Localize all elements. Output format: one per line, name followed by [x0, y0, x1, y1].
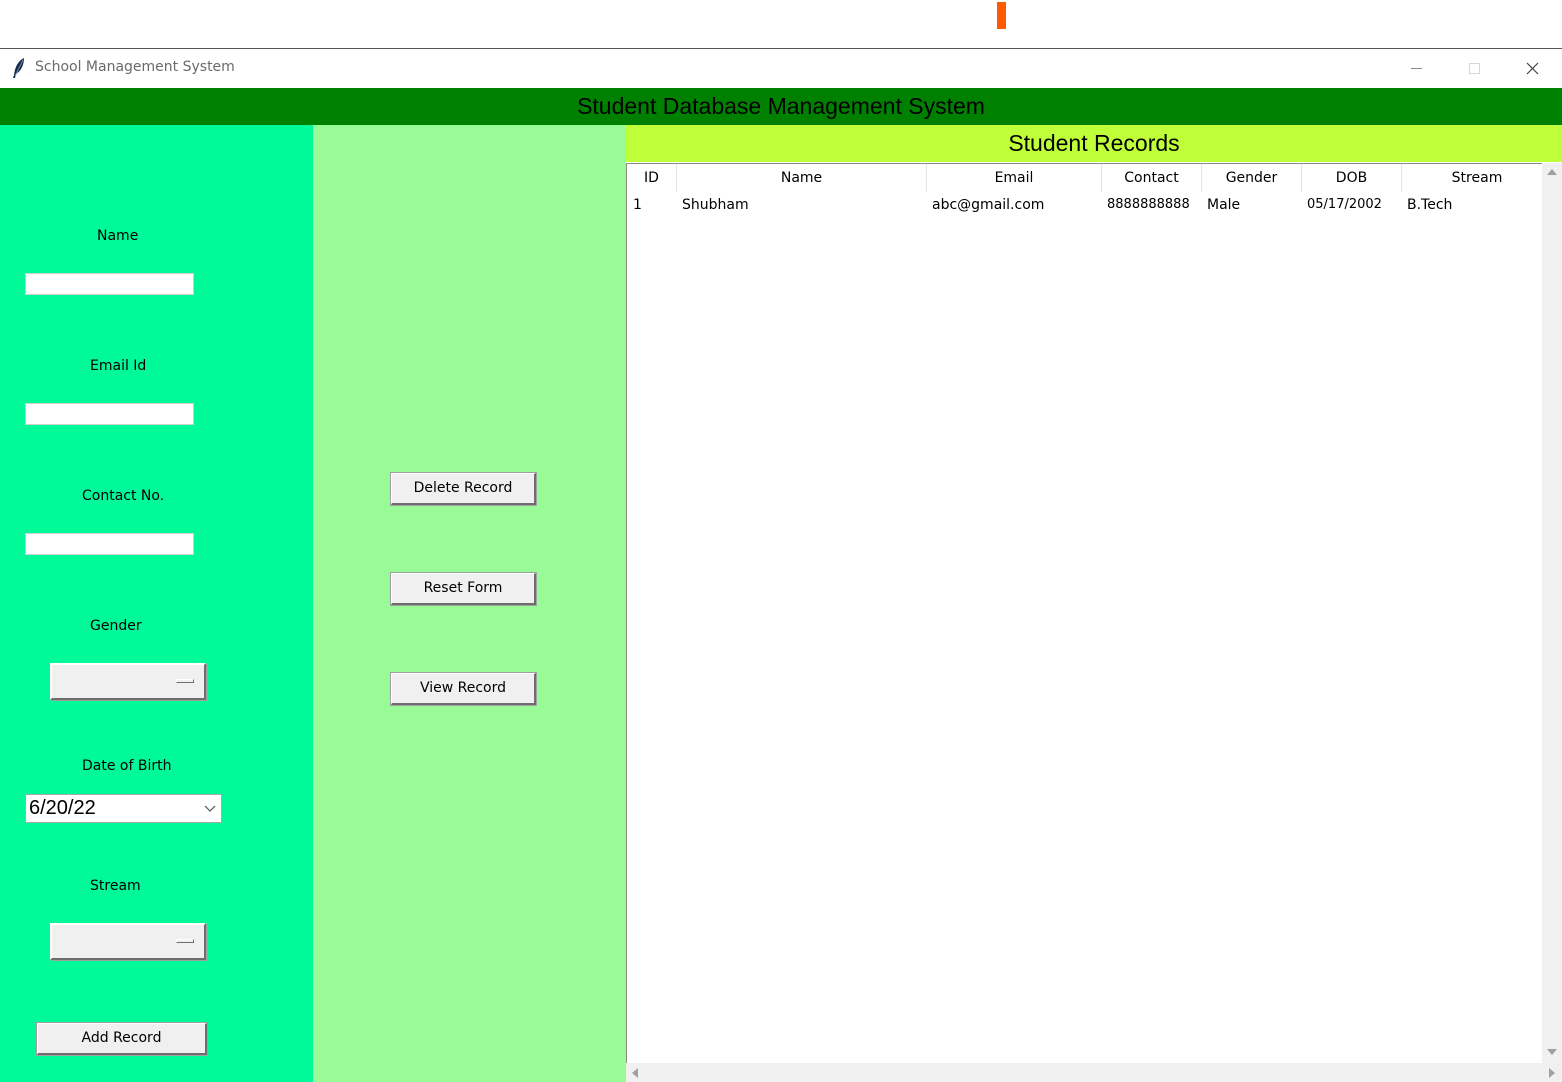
- entry-form-panel: Name Email Id Contact No. Gender Date of…: [0, 125, 313, 1082]
- horizontal-scrollbar[interactable]: [626, 1063, 1562, 1082]
- dropdown-indicator-icon: [176, 679, 194, 683]
- name-input[interactable]: [25, 273, 194, 295]
- dob-label: Date of Birth: [82, 758, 172, 774]
- add-record-button[interactable]: Add Record: [36, 1022, 208, 1056]
- cell-id: 1: [633, 197, 642, 213]
- records-table[interactable]: ID Name Email Contact Gender DOB Stream …: [626, 163, 1543, 1064]
- dob-date-picker[interactable]: 6/20/22: [25, 794, 222, 823]
- contact-input[interactable]: [25, 533, 194, 555]
- close-button[interactable]: [1503, 49, 1561, 87]
- scroll-up-arrow-icon[interactable]: [1547, 169, 1557, 175]
- taskbar-indicator: [997, 2, 1006, 29]
- title-bar: School Management System: [0, 49, 1562, 87]
- gender-label: Gender: [90, 618, 142, 634]
- chevron-down-icon[interactable]: [204, 803, 216, 813]
- scroll-left-arrow-icon[interactable]: [632, 1068, 638, 1078]
- stream-dropdown[interactable]: [50, 923, 206, 960]
- vertical-scrollbar[interactable]: [1542, 163, 1562, 1063]
- records-panel: Student Records ID Name Email Contact Ge…: [626, 125, 1562, 1082]
- column-header-name[interactable]: Name: [677, 164, 927, 192]
- actions-panel: Delete Record Reset Form View Record: [313, 125, 626, 1082]
- column-header-contact[interactable]: Contact: [1102, 164, 1202, 192]
- records-title: Student Records: [626, 125, 1562, 162]
- cell-contact: 8888888888: [1107, 197, 1190, 212]
- column-header-dob[interactable]: DOB: [1302, 164, 1402, 192]
- column-header-id[interactable]: ID: [627, 164, 677, 192]
- column-header-stream[interactable]: Stream: [1402, 164, 1552, 192]
- cell-dob: 05/17/2002: [1307, 197, 1382, 212]
- name-label: Name: [97, 228, 139, 244]
- feather-icon: [13, 58, 24, 78]
- dropdown-indicator-icon: [176, 939, 194, 943]
- app-header: Student Database Management System: [0, 88, 1562, 125]
- column-header-gender[interactable]: Gender: [1202, 164, 1302, 192]
- reset-form-button[interactable]: Reset Form: [390, 572, 537, 606]
- maximize-icon: [1469, 63, 1480, 74]
- maximize-button[interactable]: [1445, 49, 1503, 87]
- close-icon: [1526, 62, 1539, 75]
- view-record-button[interactable]: View Record: [390, 672, 537, 706]
- minimize-icon: [1411, 68, 1422, 69]
- scroll-right-arrow-icon[interactable]: [1549, 1068, 1555, 1078]
- stream-label: Stream: [90, 878, 141, 894]
- dob-value: 6/20/22: [29, 797, 96, 819]
- column-header-email[interactable]: Email: [927, 164, 1102, 192]
- contact-label: Contact No.: [82, 488, 165, 504]
- cell-name: Shubham: [682, 197, 749, 213]
- cell-stream: B.Tech: [1407, 197, 1453, 213]
- minimize-button[interactable]: [1387, 49, 1445, 87]
- cell-email: abc@gmail.com: [932, 197, 1045, 213]
- cell-gender: Male: [1207, 197, 1241, 213]
- table-row[interactable]: 1 Shubham abc@gmail.com 8888888888 Male …: [627, 192, 1543, 218]
- app-window: School Management System Student Databas…: [0, 48, 1562, 1082]
- delete-record-button[interactable]: Delete Record: [390, 472, 537, 506]
- email-input[interactable]: [25, 403, 194, 425]
- email-label: Email Id: [90, 358, 147, 374]
- table-header: ID Name Email Contact Gender DOB Stream: [627, 164, 1543, 192]
- gender-dropdown[interactable]: [50, 663, 206, 700]
- window-title: School Management System: [35, 59, 235, 75]
- scroll-down-arrow-icon[interactable]: [1547, 1049, 1557, 1055]
